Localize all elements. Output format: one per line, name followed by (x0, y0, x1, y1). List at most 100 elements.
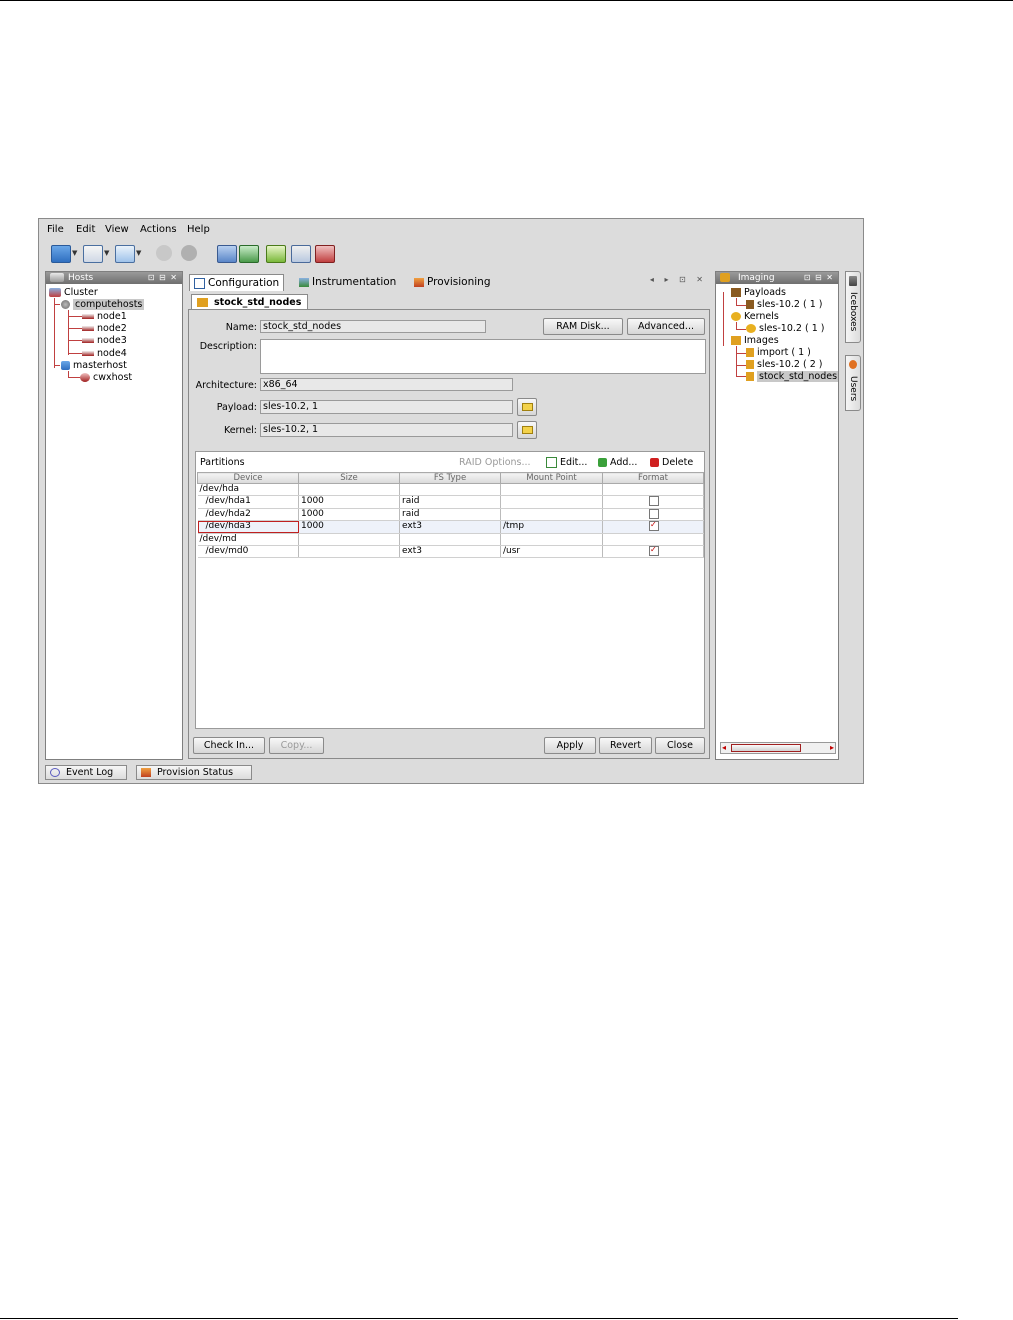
add-button[interactable]: Add... (598, 457, 637, 468)
chevron-down-icon[interactable]: ▼ (72, 249, 77, 257)
size-cell[interactable] (298, 545, 400, 558)
description-field[interactable] (260, 339, 706, 374)
fs-type-cell[interactable]: raid (399, 495, 501, 509)
kernel-field[interactable]: sles-10.2, 1 (260, 423, 513, 437)
table-row[interactable]: /dev/md (197, 533, 704, 546)
scrollbar-thumb[interactable] (731, 744, 801, 752)
size-cell[interactable]: 1000 (298, 495, 400, 509)
table-row-selected[interactable]: /dev/hda3 1000 ext3 /tmp (197, 520, 704, 534)
fs-type-cell[interactable] (399, 533, 501, 546)
menu-file[interactable]: File (47, 224, 64, 235)
fs-type-cell[interactable] (399, 483, 501, 496)
horizontal-scrollbar[interactable]: ◂ ▸ (720, 742, 836, 754)
scroll-right-icon[interactable]: ▸ (830, 743, 834, 752)
payload-browse-button[interactable] (517, 398, 537, 416)
fs-type-cell[interactable]: raid (399, 508, 501, 521)
format-checkbox[interactable] (649, 496, 659, 506)
mount-point-cell[interactable]: /usr (500, 545, 603, 558)
apply-button[interactable]: Apply (544, 737, 596, 754)
architecture-field[interactable]: x86_64 (260, 378, 513, 391)
edit-button[interactable]: Edit... (546, 457, 587, 468)
format-checkbox[interactable] (649, 521, 659, 531)
tree-item-image[interactable]: sles-10.2 ( 2 ) (746, 359, 822, 370)
tree-item-node2[interactable]: node2 (82, 323, 127, 334)
size-cell[interactable]: 1000 (298, 508, 400, 521)
mount-point-cell[interactable] (500, 495, 603, 509)
tree-item-node4[interactable]: node4 (82, 348, 127, 359)
tree-item-payload[interactable]: sles-10.2 ( 1 ) (746, 299, 822, 310)
payload-field[interactable]: sles-10.2, 1 (260, 400, 513, 414)
mount-point-cell[interactable]: /tmp (500, 520, 603, 534)
device-cell[interactable]: /dev/hda1 (197, 495, 299, 509)
tab-instrumentation[interactable]: Instrumentation (299, 274, 396, 290)
tree-item-masterhost[interactable]: masterhost (61, 360, 127, 371)
fs-type-cell[interactable]: ext3 (399, 545, 501, 558)
tree-item-cwxhost[interactable]: cwxhost (80, 372, 132, 383)
tree-item-node3[interactable]: node3 (82, 335, 127, 346)
tree-item-image[interactable]: import ( 1 ) (746, 347, 811, 358)
favorites-icon[interactable] (115, 245, 135, 263)
column-header-fs-type[interactable]: FS Type (399, 472, 501, 484)
mount-point-cell[interactable] (500, 508, 603, 521)
tab-configuration[interactable]: Configuration (189, 274, 285, 291)
tree-item-cluster[interactable]: Cluster (49, 287, 98, 298)
column-header-device[interactable]: Device (197, 472, 299, 484)
mount-point-cell[interactable] (500, 533, 603, 546)
tab-event-log[interactable]: Event Log (45, 765, 127, 780)
new-icon[interactable] (51, 245, 71, 263)
menu-edit[interactable]: Edit (76, 224, 95, 235)
document-tab[interactable]: stock_std_nodes (191, 294, 309, 310)
size-cell[interactable] (298, 533, 400, 546)
raid-options-button[interactable]: RAID Options... (459, 457, 531, 468)
panel-controls[interactable]: ⊡ ⊟ ✕ (804, 272, 834, 284)
side-tab-iceboxes[interactable]: Iceboxes (845, 271, 861, 343)
column-header-format[interactable]: Format (602, 472, 704, 484)
table-row[interactable]: /dev/hda1 1000 raid (197, 495, 704, 509)
scroll-left-icon[interactable]: ◂ (722, 743, 726, 752)
tree-item-image-selected[interactable]: stock_std_nodes (746, 371, 838, 382)
side-tab-users[interactable]: Users (845, 355, 861, 411)
table-row[interactable]: /dev/md0 ext3 /usr (197, 545, 704, 558)
copy-button[interactable]: Copy... (269, 737, 324, 754)
ram-disk-button[interactable]: RAM Disk... (543, 318, 623, 335)
size-cell[interactable]: 1000 (298, 520, 400, 534)
check-in-button[interactable]: Check In... (193, 737, 265, 754)
table-row[interactable]: /dev/hda (197, 483, 704, 496)
device-cell[interactable]: /dev/md (197, 533, 299, 546)
device-cell[interactable]: /dev/hda (197, 483, 299, 496)
tree-item-computehosts[interactable]: computehosts (61, 299, 145, 310)
kernel-browse-button[interactable] (517, 421, 537, 439)
upload-icon[interactable] (266, 245, 286, 263)
fs-type-cell[interactable]: ext3 (399, 520, 501, 534)
column-header-mount-point[interactable]: Mount Point (500, 472, 603, 484)
checkmark-icon[interactable] (315, 245, 335, 263)
power-on-icon[interactable] (156, 245, 172, 261)
tab-provisioning[interactable]: Provisioning (414, 274, 491, 290)
power-off-icon[interactable] (181, 245, 197, 261)
menu-view[interactable]: View (105, 224, 129, 235)
mount-point-cell[interactable] (500, 483, 603, 496)
close-button[interactable]: Close (655, 737, 705, 754)
tree-item-kernels[interactable]: Kernels (731, 311, 779, 322)
sync-icon[interactable] (239, 245, 259, 263)
column-header-size[interactable]: Size (298, 472, 400, 484)
name-field[interactable]: stock_std_nodes (260, 320, 486, 333)
tree-item-payloads[interactable]: Payloads (731, 287, 786, 298)
tab-provision-status[interactable]: Provision Status (136, 765, 252, 780)
revert-button[interactable]: Revert (599, 737, 652, 754)
panel-controls[interactable]: ⊡ ⊟ ✕ (148, 272, 178, 284)
menu-help[interactable]: Help (187, 224, 210, 235)
menu-actions[interactable]: Actions (140, 224, 177, 235)
table-row[interactable]: /dev/hda2 1000 raid (197, 508, 704, 521)
format-checkbox[interactable] (649, 508, 659, 519)
device-cell[interactable]: /dev/md0 (197, 545, 299, 558)
advanced-button[interactable]: Advanced... (627, 318, 705, 335)
format-checkbox[interactable] (649, 545, 659, 556)
tree-item-images[interactable]: Images (731, 335, 779, 346)
delete-button[interactable]: Delete (650, 457, 693, 468)
database-icon[interactable] (217, 245, 237, 263)
tree-item-kernel[interactable]: sles-10.2 ( 1 ) (746, 323, 824, 334)
search-icon[interactable] (291, 245, 311, 263)
device-cell[interactable]: /dev/hda3 (197, 520, 299, 534)
device-cell[interactable]: /dev/hda2 (197, 508, 299, 521)
